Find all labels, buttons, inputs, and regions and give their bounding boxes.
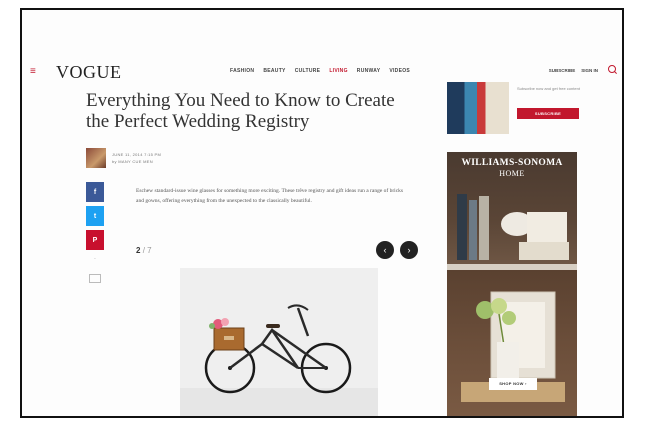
williams-sonoma-brand: WILLIAMS-SONOMA <box>461 158 563 168</box>
author-name[interactable]: by MANY CUE MEN <box>112 159 153 164</box>
arrow-left-icon[interactable]: ‹ <box>376 241 394 259</box>
browser-frame: ≡ VOGUE FASHION BEAUTY CULTURE LIVING RU… <box>20 8 624 418</box>
nav-link-living[interactable]: LIVING <box>329 68 347 74</box>
publish-date: JUNE 11, 2014 7:15 PM <box>112 152 162 157</box>
vogue-logo[interactable]: VOGUE <box>56 62 122 83</box>
nav-link-culture[interactable]: CULTURE <box>295 68 321 74</box>
search-icon[interactable] <box>608 65 616 73</box>
subscribe-ad-button[interactable]: SUBSCRIBE <box>517 108 579 119</box>
nav-link-beauty[interactable]: BEAUTY <box>263 68 285 74</box>
slide-photo-bicycle <box>180 268 378 416</box>
subscribe-ad: Subscribe now and get free content SUBSC… <box>447 82 587 134</box>
williams-sonoma-ad[interactable]: WILLIAMS-SONOMA HOME SHOP NOW › <box>447 152 577 416</box>
account-links: SUBSCRIBE SIGN IN <box>549 68 598 73</box>
nav-link-fashion[interactable]: FASHION <box>230 68 254 74</box>
sign-in-link[interactable]: SIGN IN <box>581 68 598 73</box>
facebook-share-button[interactable]: f <box>86 182 104 202</box>
vase-frame-image <box>461 291 565 402</box>
article-title: Everything You Need to Know to Create th… <box>86 90 395 132</box>
slide-counter: 2 / 7 <box>136 246 152 255</box>
nav-link-videos[interactable]: VIDEOS <box>389 68 410 74</box>
main-nav: FASHION BEAUTY CULTURE LIVING RUNWAY VID… <box>230 68 410 74</box>
slide-total: 7 <box>147 246 152 255</box>
subscribe-link[interactable]: SUBSCRIBE <box>549 68 576 73</box>
slide-caption: Eschew standard-issue wine glasses for s… <box>136 188 404 204</box>
magazine-covers-image[interactable] <box>447 82 509 134</box>
bicycle-illustration <box>180 268 378 416</box>
site-navbar: ≡ VOGUE FASHION BEAUTY CULTURE LIVING RU… <box>22 62 622 82</box>
pinterest-share-button[interactable]: P <box>86 230 104 250</box>
author-avatar[interactable] <box>86 148 106 168</box>
williams-sonoma-home-label: HOME <box>499 169 525 178</box>
twitter-share-button[interactable]: t <box>86 206 104 226</box>
arrow-right-icon[interactable]: › <box>400 241 418 259</box>
subscribe-ad-text: Subscribe now and get free content <box>517 86 580 91</box>
ad-lower-scene <box>447 270 577 416</box>
comment-icon[interactable] <box>89 274 101 283</box>
more-share-icon[interactable]: · <box>86 254 104 264</box>
nav-link-runway[interactable]: RUNWAY <box>357 68 381 74</box>
shop-now-button[interactable]: SHOP NOW › <box>489 378 537 390</box>
slide-separator: / <box>142 246 145 255</box>
slide-current: 2 <box>136 246 141 255</box>
menu-icon[interactable]: ≡ <box>30 66 36 77</box>
share-bar: f t P · <box>86 182 104 283</box>
